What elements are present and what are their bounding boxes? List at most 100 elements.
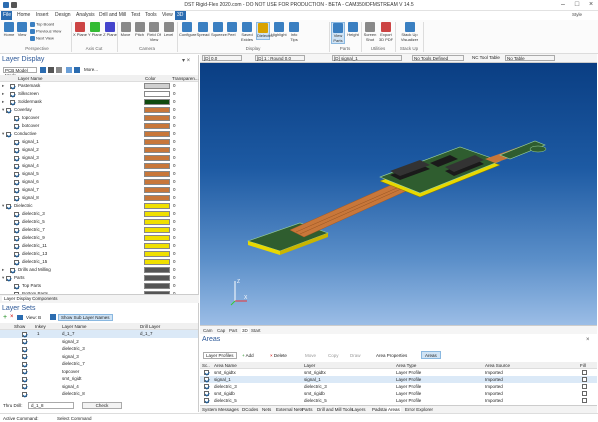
layer-color-swatch[interactable] [144, 275, 170, 281]
layer-visible-checkbox[interactable] [10, 267, 15, 273]
layer-color-swatch[interactable] [144, 283, 170, 289]
ribbon-next-view-button[interactable]: Next View [30, 36, 68, 43]
layer-visible-checkbox[interactable] [14, 163, 19, 169]
bottom-tab-nets[interactable]: Nets [262, 407, 271, 412]
layer-visible-checkbox[interactable] [14, 219, 19, 225]
3d-viewport[interactable]: Z X [200, 63, 597, 325]
layer-transparency[interactable]: 0 [173, 202, 176, 210]
ribbon-pitch-button[interactable]: Pitch [133, 22, 146, 38]
ribbon-highlight-button[interactable]: Highlight [271, 22, 287, 38]
expand-icon[interactable]: ▸ [2, 266, 4, 274]
layer-transparency[interactable]: 0 [173, 106, 176, 114]
area-row[interactable]: smt_rigidtx smt_rigidtx Layer Profile Impor… [200, 369, 597, 376]
layer-transparency[interactable]: 0 [173, 210, 176, 218]
layer-row[interactable]: ▸ Soldermask 0 [0, 98, 198, 106]
layer-row[interactable]: ▸ Drills and Milling 0 [0, 266, 198, 274]
layer-visible-checkbox[interactable] [14, 139, 19, 145]
layer-set-show-checkbox[interactable] [22, 339, 27, 344]
layer-transparency[interactable]: 0 [173, 114, 176, 122]
menu-view[interactable]: View [160, 11, 175, 20]
ribbon-configure-button[interactable]: Configure [179, 22, 196, 38]
layer-set-show-checkbox[interactable] [22, 369, 27, 374]
ribbon-x-plane-button[interactable]: X Plane [73, 22, 87, 38]
layer-row[interactable]: ▸ Silkscreen 0 [0, 90, 198, 98]
layer-color-swatch[interactable] [144, 107, 170, 113]
style-label[interactable]: Style [572, 12, 582, 17]
layer-row[interactable]: topcover 0 [0, 114, 198, 122]
area-row[interactable]: dielectric_3 dielectric_3 Layer Profile Imp… [200, 383, 597, 390]
menu-insert[interactable]: Insert [34, 11, 51, 20]
layer-transparency[interactable]: 0 [173, 250, 176, 258]
ribbon-z-plane-button[interactable]: Z Plane [103, 22, 117, 38]
layer-row[interactable]: Top Parts 0 [0, 282, 198, 290]
ribbon-view-parts-button[interactable]: View Parts [331, 22, 345, 44]
table-select[interactable]: No Table [505, 55, 555, 61]
mode-select[interactable]: PCB Model Mode [3, 67, 37, 78]
layer-row[interactable]: ▾ Conductive 0 [0, 130, 198, 138]
areas-toggle-button[interactable]: Areas [421, 351, 441, 359]
expand-icon[interactable]: ▸ [2, 82, 4, 90]
expand-icon[interactable]: ▾ [2, 106, 4, 114]
layer-row[interactable]: ▾ Dielectric 0 [0, 202, 198, 210]
layer-select[interactable]: [D] signal_1 [332, 55, 402, 61]
layer-transparency[interactable]: 0 [173, 138, 176, 146]
delete-set-icon[interactable]: × [10, 314, 14, 320]
layer-visible-checkbox[interactable] [14, 171, 19, 177]
print-icon[interactable] [56, 67, 62, 73]
layer-visible-checkbox[interactable] [10, 83, 15, 89]
expand-icon[interactable]: ▾ [2, 274, 4, 282]
layer-row[interactable]: dielectric_7 0 [0, 226, 198, 234]
layer-visible-checkbox[interactable] [14, 251, 19, 257]
layer-visible-checkbox[interactable] [14, 115, 19, 121]
minimize-icon[interactable]: – [556, 0, 570, 10]
layer-visible-checkbox[interactable] [14, 187, 19, 193]
layer-color-swatch[interactable] [144, 115, 170, 121]
draw-area-button[interactable]: Draw [350, 352, 361, 359]
ribbon-screen-shot-button[interactable]: Screen Shot [363, 22, 377, 42]
layer-set-row[interactable]: dielectric_7 [0, 360, 198, 368]
layer-transparency[interactable]: 0 [173, 154, 176, 162]
layer-visible-checkbox[interactable] [6, 107, 11, 113]
layer-profiles-select[interactable]: Layer Profiles [203, 352, 237, 359]
layer-row[interactable]: signal_8 0 [0, 194, 198, 202]
layer-transparency[interactable]: 0 [173, 242, 176, 250]
menu-analysis[interactable]: Analysis [74, 11, 97, 20]
ribbon-field-of-view-button[interactable]: Field Of View [147, 22, 161, 42]
layer-color-swatch[interactable] [144, 99, 170, 105]
area-select-checkbox[interactable] [204, 391, 209, 396]
layer-transparency[interactable]: 0 [173, 234, 176, 242]
layer-color-swatch[interactable] [144, 179, 170, 185]
layer-color-swatch[interactable] [144, 139, 170, 145]
layer-row[interactable]: ▾ Coverlay 0 [0, 106, 198, 114]
layer-visible-checkbox[interactable] [14, 283, 19, 289]
area-fill-checkbox[interactable] [582, 384, 587, 389]
area-row[interactable]: signal_1 signal_1 Layer Profile Imported [200, 376, 597, 383]
ribbon-squeeze-button[interactable]: Squeeze [211, 22, 227, 38]
area-row[interactable]: smt_rigidb smt_rigidb Layer Profile Importe… [200, 390, 597, 397]
layer-set-row[interactable]: topcover [0, 368, 198, 376]
ribbon-y-plane-button[interactable]: Y Plane [88, 22, 102, 38]
menu-file[interactable]: File [1, 11, 12, 20]
expand-icon[interactable]: ▾ [2, 202, 4, 210]
ribbon-peel-button[interactable]: Peel [225, 22, 238, 38]
layer-row[interactable]: signal_7 0 [0, 186, 198, 194]
layer-set-show-checkbox[interactable] [22, 354, 27, 359]
area-fill-checkbox[interactable] [582, 377, 587, 382]
bottom-tab-external-nets[interactable]: External Nets [276, 407, 303, 412]
layer-transparency[interactable]: 0 [173, 274, 176, 282]
layer-row[interactable]: signal_6 0 [0, 178, 198, 186]
layer-set-show-checkbox[interactable] [22, 384, 27, 389]
ribbon-move-button[interactable]: Move [119, 22, 132, 38]
layer-set-show-checkbox[interactable] [22, 376, 27, 382]
menu-3d[interactable]: 3D [175, 11, 186, 20]
layer-visible-checkbox[interactable] [14, 123, 19, 129]
ribbon-export-3d-pdf-button[interactable]: Export 3D PDF [378, 22, 394, 42]
area-select-checkbox[interactable] [204, 377, 209, 382]
bottom-tab-dcodes[interactable]: DCodes [242, 407, 258, 412]
delete-area-button[interactable]: × Delete [270, 352, 287, 359]
layer-visible-checkbox[interactable] [10, 91, 15, 97]
layer-color-swatch[interactable] [144, 235, 170, 241]
filter-icon[interactable] [74, 67, 80, 73]
layer-visible-checkbox[interactable] [10, 99, 15, 105]
layer-row[interactable]: signal_4 0 [0, 162, 198, 170]
